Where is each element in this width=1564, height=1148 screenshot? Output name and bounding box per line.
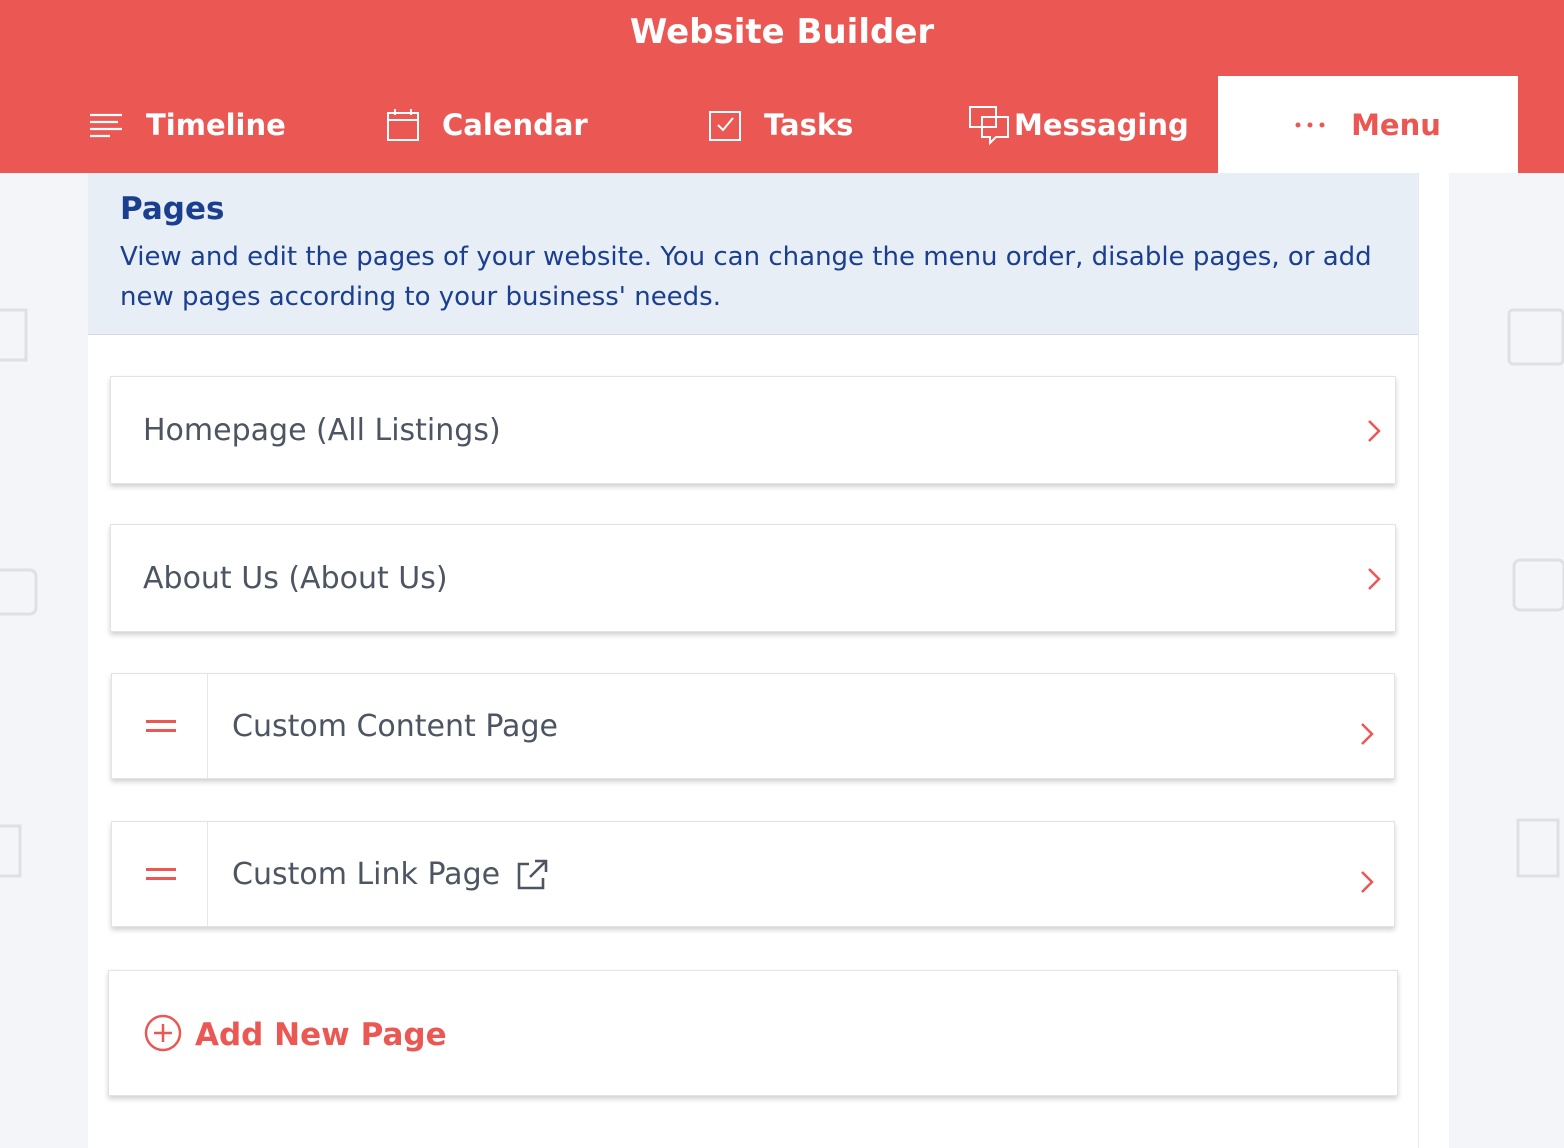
add-circle-icon [144, 1014, 182, 1052]
section-title: Pages [120, 191, 225, 227]
drag-handle-icon [146, 720, 176, 738]
chevron-right-icon [1361, 871, 1374, 893]
add-new-page-label: Add New Page [195, 1017, 447, 1053]
background-pattern-icon [0, 568, 38, 616]
page-item-homepage[interactable]: Homepage (All Listings) [110, 376, 1396, 484]
background-pattern-icon [0, 308, 28, 362]
scrollbar-track[interactable] [1418, 173, 1449, 1148]
page-item-about-us[interactable]: About Us (About Us) [110, 524, 1396, 632]
background-pattern-icon [1507, 308, 1564, 366]
chevron-right-icon [1361, 723, 1374, 745]
external-link-icon [517, 859, 548, 890]
calendar-icon [386, 108, 420, 142]
app-title: Website Builder [629, 12, 935, 52]
background-pattern-icon [1512, 558, 1564, 612]
drag-handle-icon [146, 868, 176, 886]
tab-label: Tasks [764, 107, 854, 142]
tab-menu[interactable]: Menu [1218, 76, 1518, 173]
timeline-icon [88, 112, 124, 138]
add-new-page-button[interactable]: Add New Page [108, 970, 1398, 1096]
page-item-custom-link[interactable]: Custom Link Page [111, 821, 1395, 927]
tab-messaging[interactable]: Messaging [968, 76, 1189, 173]
tab-label: Menu [1351, 107, 1441, 142]
messaging-icon [968, 105, 1010, 145]
page-item-label: Custom Content Page [232, 709, 558, 744]
chevron-right-icon [1368, 568, 1381, 590]
page-item-label: Homepage (All Listings) [143, 413, 501, 448]
tab-tasks[interactable]: Tasks [708, 76, 853, 173]
page-item-custom-content[interactable]: Custom Content Page [111, 673, 1395, 779]
background-pattern-icon [0, 824, 22, 878]
top-navigation-bar: Website Builder Timeline Calendar Tasks … [0, 0, 1564, 173]
tab-label: Calendar [442, 107, 588, 142]
tab-label: Timeline [146, 107, 286, 142]
section-description: View and edit the pages of your website.… [120, 242, 1372, 312]
tasks-icon [708, 108, 742, 142]
tab-timeline[interactable]: Timeline [88, 76, 286, 173]
drag-handle[interactable] [112, 822, 208, 926]
chevron-right-icon [1368, 420, 1381, 442]
drag-handle[interactable] [112, 674, 208, 778]
more-dots-icon [1295, 121, 1325, 129]
pages-info-box: Pages View and edit the pages of your we… [88, 173, 1418, 335]
tab-label: Messaging [1014, 107, 1189, 142]
page-item-label: About Us (About Us) [143, 561, 448, 596]
tab-calendar[interactable]: Calendar [386, 76, 588, 173]
background-pattern-icon [1516, 818, 1560, 878]
page-item-label: Custom Link Page [232, 857, 501, 892]
